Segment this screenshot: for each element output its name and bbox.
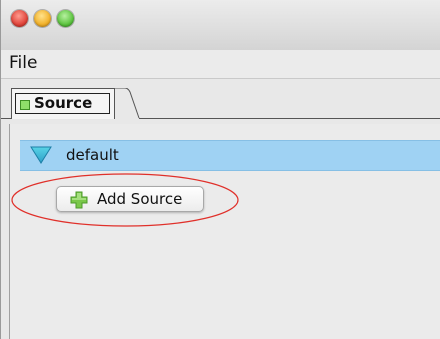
add-source-button[interactable]: Add Source bbox=[56, 186, 204, 212]
tree-node-default[interactable]: default bbox=[20, 140, 440, 171]
plus-icon bbox=[70, 191, 88, 209]
tab-edge bbox=[113, 88, 140, 119]
tab-divider bbox=[1, 118, 11, 119]
minimize-icon[interactable] bbox=[34, 10, 51, 27]
menu-bar: File bbox=[1, 50, 440, 79]
title-bar bbox=[1, 0, 440, 50]
tab-strip: Source bbox=[1, 79, 440, 124]
add-source-label: Add Source bbox=[97, 190, 183, 208]
app-window: File Source default Add Source bbox=[0, 0, 440, 339]
zoom-icon[interactable] bbox=[57, 10, 74, 27]
tab-label: Source bbox=[34, 94, 93, 112]
menu-file[interactable]: File bbox=[9, 53, 37, 73]
tab-source[interactable]: Source bbox=[11, 88, 115, 119]
source-panel: default Add Source bbox=[9, 124, 440, 339]
green-square-icon bbox=[20, 100, 30, 110]
triangle-down-icon[interactable] bbox=[30, 146, 52, 164]
tab-divider bbox=[139, 118, 440, 119]
tree-node-label: default bbox=[66, 146, 119, 164]
close-icon[interactable] bbox=[11, 10, 28, 27]
